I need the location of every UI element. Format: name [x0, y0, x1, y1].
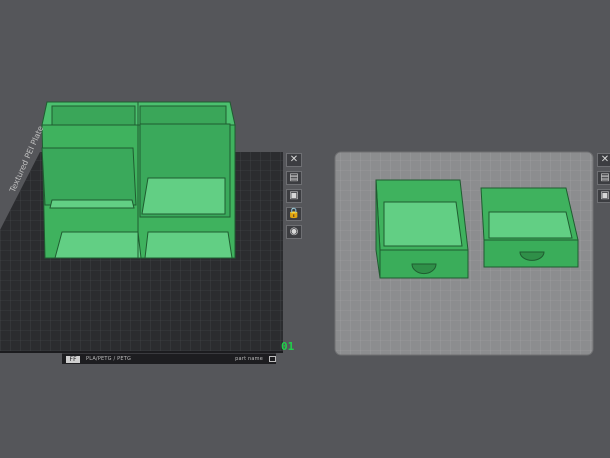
- bed-secondary-text: part name: [235, 356, 263, 362]
- lock-icon[interactable]: 🔒: [286, 207, 302, 221]
- orient-icon[interactable]: ▣: [597, 189, 610, 203]
- close-icon[interactable]: ✕: [286, 153, 302, 167]
- monitor-icon: [269, 356, 276, 362]
- arrange-icon[interactable]: ▤: [286, 171, 302, 185]
- orient-icon[interactable]: ▣: [286, 189, 302, 203]
- close-icon[interactable]: ✕: [597, 153, 610, 167]
- plate-number-label: 01: [281, 340, 295, 353]
- 3d-viewport[interactable]: [0, 0, 610, 458]
- model-drawer-2[interactable]: [480, 187, 579, 268]
- plate-1-toolbar: ✕ ▤ ▣ 🔒 ◉: [286, 153, 302, 239]
- brand-logo: FF: [66, 355, 80, 363]
- eye-icon[interactable]: ◉: [286, 225, 302, 239]
- model-drawer-1[interactable]: [375, 179, 469, 279]
- bed-material-text: PLA/PETG / PETG: [86, 356, 132, 362]
- arrange-icon[interactable]: ▤: [597, 171, 610, 185]
- bed-info-strip: FF PLA/PETG / PETG part name: [62, 353, 276, 364]
- plate-2-toolbar: ✕ ▤ ▣: [597, 153, 610, 203]
- model-organizer[interactable]: [41, 101, 236, 259]
